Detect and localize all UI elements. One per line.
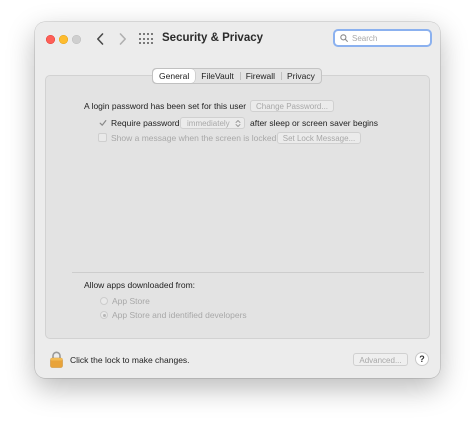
lock-message: Click the lock to make changes. (70, 355, 190, 365)
radio-app-store-label: App Store (112, 296, 150, 306)
checkmark-icon (99, 119, 106, 126)
set-lock-message-button[interactable]: Set Lock Message... (277, 132, 361, 144)
tab-firewall[interactable]: Firewall (239, 69, 281, 83)
zoom-button[interactable] (72, 35, 81, 44)
minimize-button[interactable] (59, 35, 68, 44)
forward-button[interactable] (115, 30, 131, 48)
password-delay-popup[interactable]: immediately (180, 117, 245, 129)
search-field[interactable] (333, 29, 432, 47)
require-password-suffix: after sleep or screen saver begins (250, 118, 379, 128)
password-message: A login password has been set for this u… (84, 101, 247, 111)
tab-filevault[interactable]: FileVault (195, 69, 239, 83)
radio-app-store-identified-label: App Store and identified developers (112, 310, 247, 320)
general-panel: A login password has been set for this u… (45, 75, 430, 339)
lock-button[interactable] (50, 351, 63, 368)
chevron-left-icon (97, 33, 104, 45)
change-password-button[interactable]: Change Password... (250, 100, 334, 112)
show-message-label: Show a message when the screen is locked (111, 133, 277, 143)
window-title: Security & Privacy (162, 32, 264, 44)
require-password-checkbox[interactable] (98, 118, 107, 127)
require-password-label: Require password (111, 118, 180, 128)
section-divider (72, 272, 424, 273)
show-message-checkbox[interactable] (98, 133, 107, 142)
allow-apps-heading: Allow apps downloaded from: (84, 280, 196, 290)
close-button[interactable] (46, 35, 55, 44)
password-delay-value: immediately (187, 119, 230, 128)
tab-bar: General FileVault Firewall Privacy (152, 68, 322, 84)
search-icon (340, 34, 348, 42)
chevron-right-icon (119, 33, 126, 45)
title-bar: Security & Privacy (35, 22, 440, 56)
preferences-window: Security & Privacy General FileVault Fir… (35, 22, 440, 378)
lock-icon (50, 351, 63, 368)
search-input[interactable] (352, 33, 422, 43)
help-button[interactable]: ? (415, 352, 429, 366)
show-all-button[interactable] (139, 33, 154, 45)
back-button[interactable] (92, 30, 108, 48)
radio-app-store[interactable] (100, 297, 108, 305)
radio-app-store-identified[interactable] (100, 311, 108, 319)
tab-privacy[interactable]: Privacy (280, 69, 321, 83)
advanced-button[interactable]: Advanced... (353, 353, 408, 366)
tab-general[interactable]: General (153, 69, 196, 83)
up-down-chevron-icon (235, 120, 241, 127)
